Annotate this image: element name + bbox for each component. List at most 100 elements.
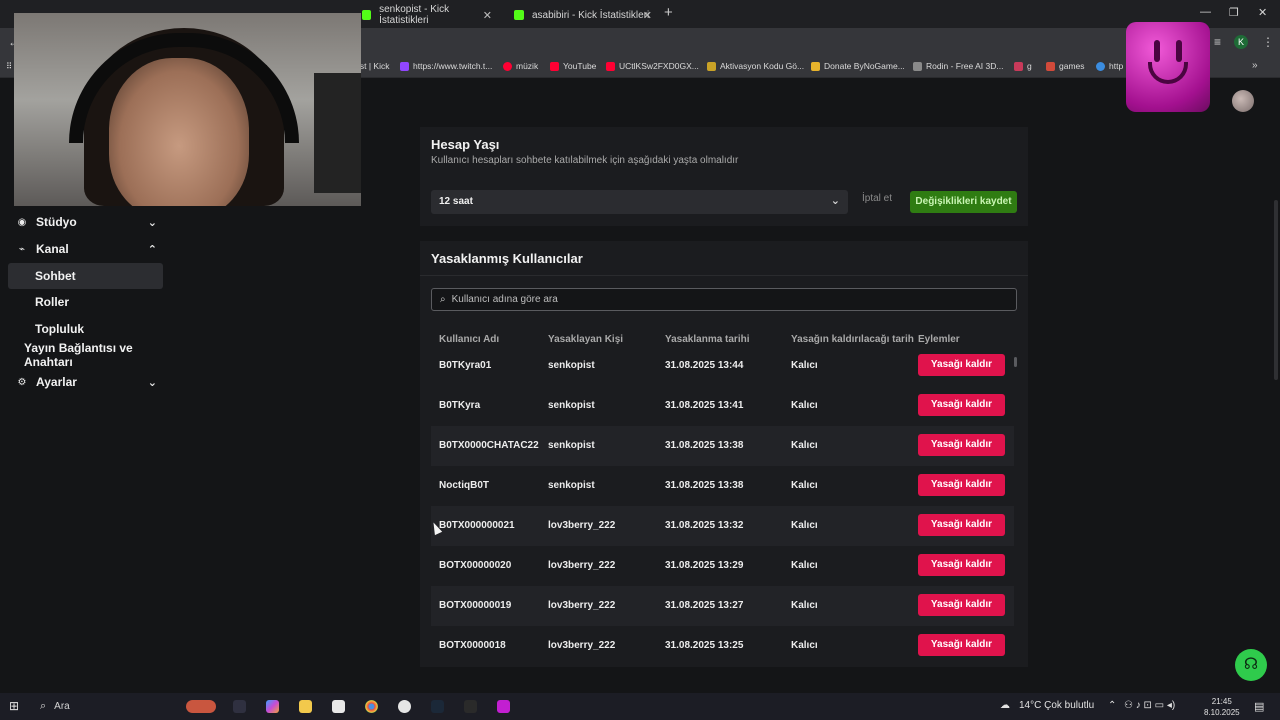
banned-search-input[interactable]: ⌕ Kullanıcı adına göre ara (431, 288, 1017, 311)
bookmark-games[interactable]: games (1046, 61, 1085, 71)
cell-ban-date: 31.08.2025 13:29 (665, 560, 744, 571)
sidebar-item-settings[interactable]: ⚙ Ayarlar ⌄ (8, 369, 163, 395)
cell-username: B0TKyra01 (439, 360, 492, 371)
tray-icons[interactable]: ⚇ ♪ ⊡ ▭ ◂) (1124, 700, 1175, 711)
bookmark-aktivasyon[interactable]: Aktivasyon Kodu Gö... (707, 61, 804, 71)
account-age-select[interactable]: 12 saat ⌄ (431, 190, 848, 214)
minimize-icon[interactable]: — (1200, 6, 1211, 18)
sidebar-item-label: Roller (35, 295, 70, 309)
notifications-icon[interactable]: ▤ (1254, 700, 1264, 713)
github-icon[interactable] (398, 700, 411, 713)
unban-button[interactable]: Yasağı kaldır (918, 394, 1005, 416)
bookmark-bynogame[interactable]: Donate ByNoGame... (811, 61, 905, 71)
bookmark-rodin[interactable]: Rodin - Free AI 3D... (913, 61, 1003, 71)
column-header-actions: Eylemler (918, 334, 960, 345)
bookmark-muzik[interactable]: müzik (503, 61, 538, 71)
table-row: B0TKyra senkopist 31.08.2025 13:41 Kalıc… (431, 386, 1014, 426)
youtube-music-icon (503, 61, 512, 71)
games-icon (1046, 61, 1055, 71)
unban-button[interactable]: Yasağı kaldır (918, 354, 1005, 376)
chevron-down-icon: ⌄ (147, 376, 157, 389)
file-explorer-icon[interactable] (299, 700, 312, 713)
column-header-banned-by: Yasaklayan Kişi (548, 334, 624, 345)
apps-icon[interactable]: ⠿ (6, 61, 12, 72)
browser-tab-1[interactable]: senkopist - Kick İstatistikleri ✕ (352, 2, 500, 28)
cell-username: B0TKyra (439, 400, 481, 411)
weather-text[interactable]: 14°C Çok bulutlu (1019, 700, 1094, 711)
chrome-icon[interactable] (365, 700, 378, 713)
sidebar-item-stream-key[interactable]: Yayın Bağlantısı ve Anahtarı (8, 341, 168, 369)
table-scrollbar[interactable] (1014, 357, 1017, 367)
cell-unban-date: Kalıcı (791, 600, 818, 611)
table-row: B0TX0000CHATAC22 senkopist 31.08.2025 13… (431, 426, 1014, 466)
page-scrollbar[interactable] (1274, 200, 1278, 380)
media-control-icon[interactable]: ≡ (1214, 35, 1221, 49)
browser-profile-avatar[interactable]: K (1234, 35, 1248, 49)
bookmark-kick[interactable]: ist | Kick (358, 61, 390, 71)
app-icon[interactable] (497, 700, 510, 713)
sidebar-item-roles[interactable]: Roller (8, 289, 163, 315)
user-avatar[interactable] (1232, 90, 1254, 112)
copilot-icon[interactable] (266, 700, 279, 713)
more-menu-icon[interactable]: ⋮ (1262, 35, 1274, 49)
taskbar-clock[interactable]: 21:45 8.10.2025 (1204, 696, 1240, 718)
cell-ban-date: 31.08.2025 13:38 (665, 480, 744, 491)
unban-button[interactable]: Yasağı kaldır (918, 514, 1005, 536)
support-chat-button[interactable]: ☊ (1235, 649, 1267, 681)
column-header-ban-date: Yasaklanma tarihi (665, 334, 750, 345)
bookmark-g[interactable]: g (1014, 61, 1032, 71)
cell-ban-date: 31.08.2025 13:41 (665, 400, 744, 411)
epic-games-icon[interactable] (464, 700, 477, 713)
unban-button[interactable]: Yasağı kaldır (918, 474, 1005, 496)
steam-icon[interactable] (431, 700, 444, 713)
sidebar-item-channel[interactable]: ⌁ Kanal ⌃ (8, 236, 163, 262)
chevron-down-icon: ⌄ (147, 216, 157, 229)
cell-unban-date: Kalıcı (791, 360, 818, 371)
sidebar-item-studio[interactable]: ◉ Stüdyo ⌄ (8, 209, 163, 235)
browser-tab-2[interactable]: asabibiri - Kick İstatistikleri ✕ (504, 2, 660, 28)
cell-unban-date: Kalıcı (791, 400, 818, 411)
table-row: B0TX000000021 lov3berry_222 31.08.2025 1… (431, 506, 1014, 546)
windows-start-icon[interactable]: ⊞ (9, 699, 19, 713)
tab-label: asabibiri - Kick İstatistikleri (532, 9, 650, 21)
divider (420, 275, 1028, 276)
kick-favicon-icon (362, 10, 372, 20)
cell-username: B0TX0000CHATAC22 (439, 440, 539, 451)
youtube-icon (606, 61, 615, 71)
cell-unban-date: Kalıcı (791, 640, 818, 651)
smiley-mouth (1148, 62, 1188, 84)
unban-button[interactable]: Yasağı kaldır (918, 434, 1005, 456)
bookmark-twitch[interactable]: https://www.twitch.t... (400, 61, 492, 71)
cancel-button[interactable]: İptal et (862, 193, 892, 204)
close-tab-icon[interactable]: ✕ (643, 9, 652, 22)
close-window-icon[interactable]: ✕ (1258, 6, 1267, 19)
table-row: NoctiqB0T senkopist 31.08.2025 13:38 Kal… (431, 466, 1014, 506)
taskbar-search[interactable]: ⌕ Ara (32, 693, 212, 720)
chevron-down-icon: ⌄ (830, 195, 840, 207)
task-view-icon[interactable] (233, 700, 246, 713)
unban-button[interactable]: Yasağı kaldır (918, 554, 1005, 576)
cell-username: B0TX000000021 (439, 520, 515, 531)
sidebar-item-chat[interactable]: Sohbet (8, 263, 163, 289)
k-icon (1014, 61, 1023, 71)
restore-icon[interactable]: ❐ (1229, 6, 1239, 19)
bookmark-channel[interactable]: UCtlKSw2FXD0GX... (606, 61, 699, 71)
bookmark-http[interactable]: http (1096, 61, 1123, 71)
rodin-icon (913, 61, 922, 71)
cell-unban-date: Kalıcı (791, 440, 818, 451)
unban-button[interactable]: Yasağı kaldır (918, 594, 1005, 616)
youtube-icon (550, 61, 559, 71)
close-tab-icon[interactable]: ✕ (483, 9, 492, 22)
unban-button[interactable]: Yasağı kaldır (918, 634, 1005, 656)
save-changes-button[interactable]: Değişiklikleri kaydet (910, 191, 1017, 213)
taskbar-search-label: Ara (54, 701, 70, 712)
sidebar-item-community[interactable]: Topluluk (8, 316, 163, 342)
bookmark-youtube[interactable]: YouTube (550, 61, 596, 71)
tray-chevron-up-icon[interactable]: ⌃ (1108, 700, 1116, 711)
more-bookmarks-icon[interactable]: » (1252, 60, 1258, 71)
account-age-value: 12 saat (439, 196, 473, 207)
cell-banned-by: senkopist (548, 400, 595, 411)
tab-label: senkopist - Kick İstatistikleri (379, 4, 450, 26)
store-icon[interactable] (332, 700, 345, 713)
new-tab-button[interactable]: + (664, 4, 673, 21)
